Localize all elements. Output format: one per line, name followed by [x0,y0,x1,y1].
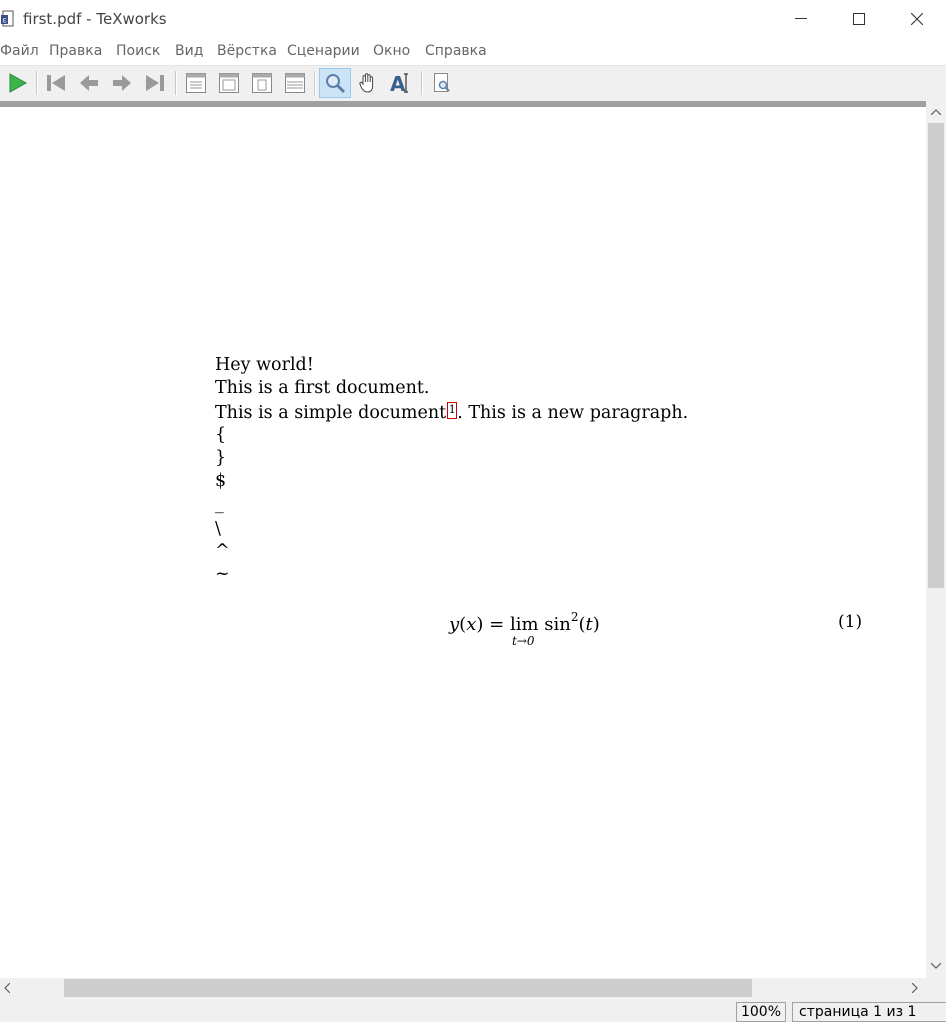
menu-bar: Файл Правка Поиск Вид Вёрстка Сценарии О… [0,40,946,64]
menu-edit[interactable]: Правка [49,43,102,59]
vertical-scrollbar[interactable] [926,101,946,978]
page-indicator: страница 1 из 1 [792,1002,946,1022]
magnifier-icon[interactable] [319,68,351,98]
eq-power: 2 [570,610,579,624]
status-bar: 100% страница 1 из 1 [0,998,946,1022]
last-page-icon[interactable] [140,68,170,98]
play-icon[interactable] [2,68,32,98]
doc-line: { [215,425,227,445]
eq-sin: sin [544,614,571,635]
minimize-button[interactable] [772,0,830,38]
toolbar-separator [421,71,423,95]
doc-line: ~ [215,564,230,584]
previous-page-icon[interactable] [74,68,104,98]
eq-equals: = [489,614,505,635]
hand-icon[interactable] [353,68,383,98]
find-in-pdf-icon[interactable] [427,68,457,98]
menu-search[interactable]: Поиск [116,43,160,59]
menu-typeset[interactable]: Вёрстка [217,43,277,59]
equation-number: (1) [838,612,863,632]
doc-line-footnote: This is a simple document 1. This is a ne… [215,402,688,423]
menu-view[interactable]: Вид [175,43,203,59]
window-title: first.pdf - TeXworks [23,10,167,28]
doc-line: _ [215,494,224,514]
select-text-icon[interactable]: A [386,68,416,98]
equation: y(x) = lim t→0 sin2(t) [449,610,600,648]
toolbar-separator [36,71,38,95]
doc-line: Hey world! [215,355,314,375]
horizontal-scroll-thumb[interactable] [64,979,752,997]
title-bar: ε first.pdf - TeXworks [0,0,946,38]
doc-line: } [215,448,227,468]
eq-lim-subscript: t→0 [511,634,535,648]
single-page-icon[interactable] [181,68,211,98]
toolbar: A [0,65,946,102]
menu-file[interactable]: Файл [0,43,39,59]
scroll-down-icon[interactable] [929,959,943,973]
footnote-link[interactable]: 1 [447,402,458,419]
scroll-left-icon[interactable] [0,981,14,995]
menu-window[interactable]: Окно [373,43,410,59]
continuous-icon[interactable] [214,68,244,98]
doc-line: ^ [215,541,230,561]
toolbar-separator [175,71,177,95]
pdf-document-icon: ε [1,10,15,28]
doc-line: $ [215,471,227,491]
eq-arg: t [585,614,593,635]
scroll-right-icon[interactable] [908,981,922,995]
doc-line: \ [215,519,221,539]
scroll-up-icon[interactable] [929,105,943,119]
zoom-level[interactable]: 100% [736,1002,786,1022]
eq-limit: lim t→0 [509,614,539,648]
first-page-icon[interactable] [41,68,71,98]
doc-text: . This is a new paragraph. [457,403,689,423]
eq-var: x [466,614,477,635]
close-button[interactable] [888,0,946,38]
toolbar-separator [314,71,316,95]
menu-scripts[interactable]: Сценарии [287,43,360,59]
eq-func: y [449,614,460,635]
two-pages-icon[interactable] [247,68,277,98]
vertical-scroll-thumb[interactable] [928,123,944,588]
pdf-viewport[interactable]: Hey world! This is a first document. Thi… [0,107,926,978]
eq-lim: lim [509,614,539,635]
fit-width-icon[interactable] [280,68,310,98]
menu-help[interactable]: Справка [425,43,487,59]
scroll-corner [926,978,946,998]
svg-text:A: A [390,72,406,94]
svg-text:ε: ε [3,16,7,25]
horizontal-scrollbar[interactable] [0,978,926,998]
maximize-button[interactable] [830,0,888,38]
next-page-icon[interactable] [107,68,137,98]
doc-text: This is a simple document [215,403,447,423]
doc-line: This is a first document. [215,378,430,398]
